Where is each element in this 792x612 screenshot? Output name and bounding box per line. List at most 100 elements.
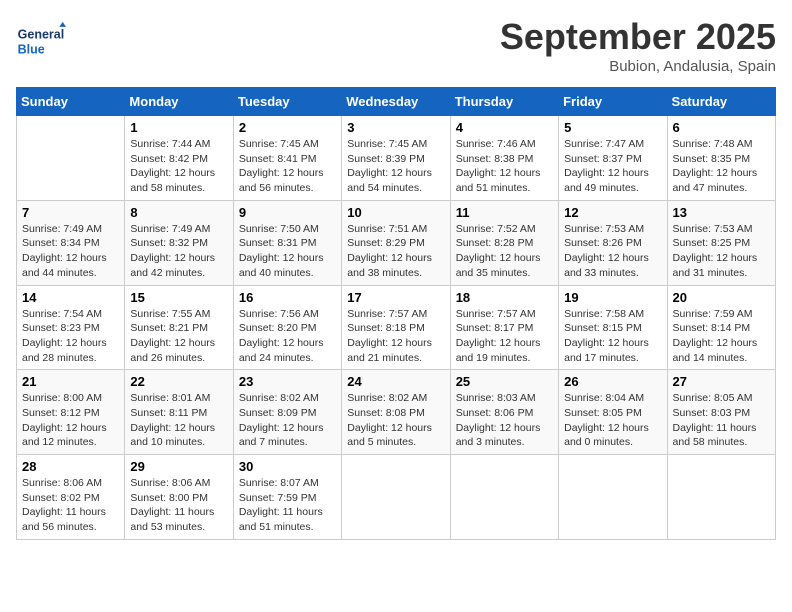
day-info: Sunrise: 8:07 AM Sunset: 7:59 PM Dayligh… [239, 476, 336, 535]
day-info: Sunrise: 8:02 AM Sunset: 8:09 PM Dayligh… [239, 391, 336, 450]
day-number: 19 [564, 290, 661, 305]
day-cell-2: 2 Sunrise: 7:45 AM Sunset: 8:41 PM Daylig… [233, 116, 341, 201]
day-info: Sunrise: 8:04 AM Sunset: 8:05 PM Dayligh… [564, 391, 661, 450]
day-info: Sunrise: 7:58 AM Sunset: 8:15 PM Dayligh… [564, 307, 661, 366]
day-info: Sunrise: 7:44 AM Sunset: 8:42 PM Dayligh… [130, 137, 227, 196]
week-row-4: 21Sunrise: 8:00 AM Sunset: 8:12 PM Dayli… [17, 370, 776, 455]
day-number: 12 [564, 205, 661, 220]
day-info: Sunrise: 7:50 AM Sunset: 8:31 PM Dayligh… [239, 222, 336, 281]
day-cell-19: 19 Sunrise: 7:58 AM Sunset: 8:15 PM Dayli… [559, 285, 667, 370]
empty-cell [559, 455, 667, 540]
day-number: 8 [130, 205, 227, 220]
day-info: Sunrise: 8:01 AM Sunset: 8:11 PM Dayligh… [130, 391, 227, 450]
day-cell-20: 20 Sunrise: 7:59 AM Sunset: 8:14 PM Dayli… [667, 285, 775, 370]
day-cell-12: 12 Sunrise: 7:53 AM Sunset: 8:26 PM Dayli… [559, 200, 667, 285]
day-number: 22 [130, 374, 227, 389]
day-cell-26: 26 Sunrise: 8:04 AM Sunset: 8:05 PM Dayli… [559, 370, 667, 455]
day-cell-8: 8 Sunrise: 7:49 AM Sunset: 8:32 PM Daylig… [125, 200, 233, 285]
day-number: 27 [673, 374, 770, 389]
day-cell-23: 23 Sunrise: 8:02 AM Sunset: 8:09 PM Dayli… [233, 370, 341, 455]
header-row: SundayMondayTuesdayWednesdayThursdayFrid… [17, 88, 776, 116]
day-number: 16 [239, 290, 336, 305]
col-header-sunday: Sunday [17, 88, 125, 116]
svg-text:Blue: Blue [18, 43, 45, 57]
day-number: 30 [239, 459, 336, 474]
empty-cell [450, 455, 558, 540]
day-info: Sunrise: 8:06 AM Sunset: 8:02 PM Dayligh… [22, 476, 119, 535]
day-info: Sunrise: 7:52 AM Sunset: 8:28 PM Dayligh… [456, 222, 553, 281]
day-number: 15 [130, 290, 227, 305]
col-header-wednesday: Wednesday [342, 88, 450, 116]
day-number: 5 [564, 120, 661, 135]
day-number: 14 [22, 290, 119, 305]
day-info: Sunrise: 7:57 AM Sunset: 8:17 PM Dayligh… [456, 307, 553, 366]
svg-text:General: General [18, 28, 65, 42]
day-cell-22: 22 Sunrise: 8:01 AM Sunset: 8:11 PM Dayli… [125, 370, 233, 455]
calendar-table: SundayMondayTuesdayWednesdayThursdayFrid… [16, 87, 776, 540]
day-info: Sunrise: 7:49 AM Sunset: 8:32 PM Dayligh… [130, 222, 227, 281]
day-number: 6 [673, 120, 770, 135]
day-info: Sunrise: 7:51 AM Sunset: 8:29 PM Dayligh… [347, 222, 444, 281]
day-number: 26 [564, 374, 661, 389]
week-row-2: 7Sunrise: 7:49 AM Sunset: 8:34 PM Daylig… [17, 200, 776, 285]
title-area: September 2025 Bubion, Andalusia, Spain [500, 16, 776, 75]
day-info: Sunrise: 7:54 AM Sunset: 8:23 PM Dayligh… [22, 307, 119, 366]
col-header-saturday: Saturday [667, 88, 775, 116]
empty-cell [667, 455, 775, 540]
day-info: Sunrise: 7:59 AM Sunset: 8:14 PM Dayligh… [673, 307, 770, 366]
day-cell-5: 5 Sunrise: 7:47 AM Sunset: 8:37 PM Daylig… [559, 116, 667, 201]
day-cell-4: 4 Sunrise: 7:46 AM Sunset: 8:38 PM Daylig… [450, 116, 558, 201]
day-number: 25 [456, 374, 553, 389]
logo-svg: General Blue [16, 16, 66, 66]
day-number: 29 [130, 459, 227, 474]
day-info: Sunrise: 8:06 AM Sunset: 8:00 PM Dayligh… [130, 476, 227, 535]
day-number: 28 [22, 459, 119, 474]
day-info: Sunrise: 7:56 AM Sunset: 8:20 PM Dayligh… [239, 307, 336, 366]
day-cell-13: 13Sunrise: 7:53 AM Sunset: 8:25 PM Dayli… [667, 200, 775, 285]
day-cell-16: 16 Sunrise: 7:56 AM Sunset: 8:20 PM Dayli… [233, 285, 341, 370]
day-cell-3: 3 Sunrise: 7:45 AM Sunset: 8:39 PM Daylig… [342, 116, 450, 201]
day-number: 24 [347, 374, 444, 389]
day-info: Sunrise: 7:46 AM Sunset: 8:38 PM Dayligh… [456, 137, 553, 196]
day-cell-9: 9Sunrise: 7:50 AM Sunset: 8:31 PM Daylig… [233, 200, 341, 285]
day-info: Sunrise: 8:02 AM Sunset: 8:08 PM Dayligh… [347, 391, 444, 450]
day-cell-30: 30 Sunrise: 8:07 AM Sunset: 7:59 PM Dayli… [233, 455, 341, 540]
col-header-tuesday: Tuesday [233, 88, 341, 116]
day-info: Sunrise: 8:05 AM Sunset: 8:03 PM Dayligh… [673, 391, 770, 450]
day-number: 20 [673, 290, 770, 305]
day-number: 23 [239, 374, 336, 389]
day-number: 4 [456, 120, 553, 135]
day-cell-15: 15Sunrise: 7:55 AM Sunset: 8:21 PM Dayli… [125, 285, 233, 370]
day-info: Sunrise: 7:49 AM Sunset: 8:34 PM Dayligh… [22, 222, 119, 281]
day-number: 1 [130, 120, 227, 135]
week-row-1: 1 Sunrise: 7:44 AM Sunset: 8:42 PM Daylig… [17, 116, 776, 201]
day-cell-28: 28 Sunrise: 8:06 AM Sunset: 8:02 PM Dayli… [17, 455, 125, 540]
day-info: Sunrise: 7:57 AM Sunset: 8:18 PM Dayligh… [347, 307, 444, 366]
day-info: Sunrise: 7:53 AM Sunset: 8:26 PM Dayligh… [564, 222, 661, 281]
day-info: Sunrise: 7:53 AM Sunset: 8:25 PM Dayligh… [673, 222, 770, 281]
day-cell-1: 1 Sunrise: 7:44 AM Sunset: 8:42 PM Daylig… [125, 116, 233, 201]
col-header-monday: Monday [125, 88, 233, 116]
day-info: Sunrise: 7:47 AM Sunset: 8:37 PM Dayligh… [564, 137, 661, 196]
day-number: 11 [456, 205, 553, 220]
day-cell-27: 27 Sunrise: 8:05 AM Sunset: 8:03 PM Dayli… [667, 370, 775, 455]
empty-cell [342, 455, 450, 540]
day-cell-6: 6 Sunrise: 7:48 AM Sunset: 8:35 PM Daylig… [667, 116, 775, 201]
day-info: Sunrise: 7:48 AM Sunset: 8:35 PM Dayligh… [673, 137, 770, 196]
col-header-thursday: Thursday [450, 88, 558, 116]
day-cell-24: 24 Sunrise: 8:02 AM Sunset: 8:08 PM Dayli… [342, 370, 450, 455]
logo: General Blue [16, 16, 66, 66]
day-number: 18 [456, 290, 553, 305]
col-header-friday: Friday [559, 88, 667, 116]
day-cell-14: 14 Sunrise: 7:54 AM Sunset: 8:23 PM Dayli… [17, 285, 125, 370]
day-number: 10 [347, 205, 444, 220]
day-info: Sunrise: 8:00 AM Sunset: 8:12 PM Dayligh… [22, 391, 119, 450]
day-cell-25: 25Sunrise: 8:03 AM Sunset: 8:06 PM Dayli… [450, 370, 558, 455]
day-info: Sunrise: 7:45 AM Sunset: 8:41 PM Dayligh… [239, 137, 336, 196]
day-number: 2 [239, 120, 336, 135]
day-number: 3 [347, 120, 444, 135]
day-info: Sunrise: 7:45 AM Sunset: 8:39 PM Dayligh… [347, 137, 444, 196]
day-cell-7: 7Sunrise: 7:49 AM Sunset: 8:34 PM Daylig… [17, 200, 125, 285]
day-cell-21: 21Sunrise: 8:00 AM Sunset: 8:12 PM Dayli… [17, 370, 125, 455]
day-number: 17 [347, 290, 444, 305]
